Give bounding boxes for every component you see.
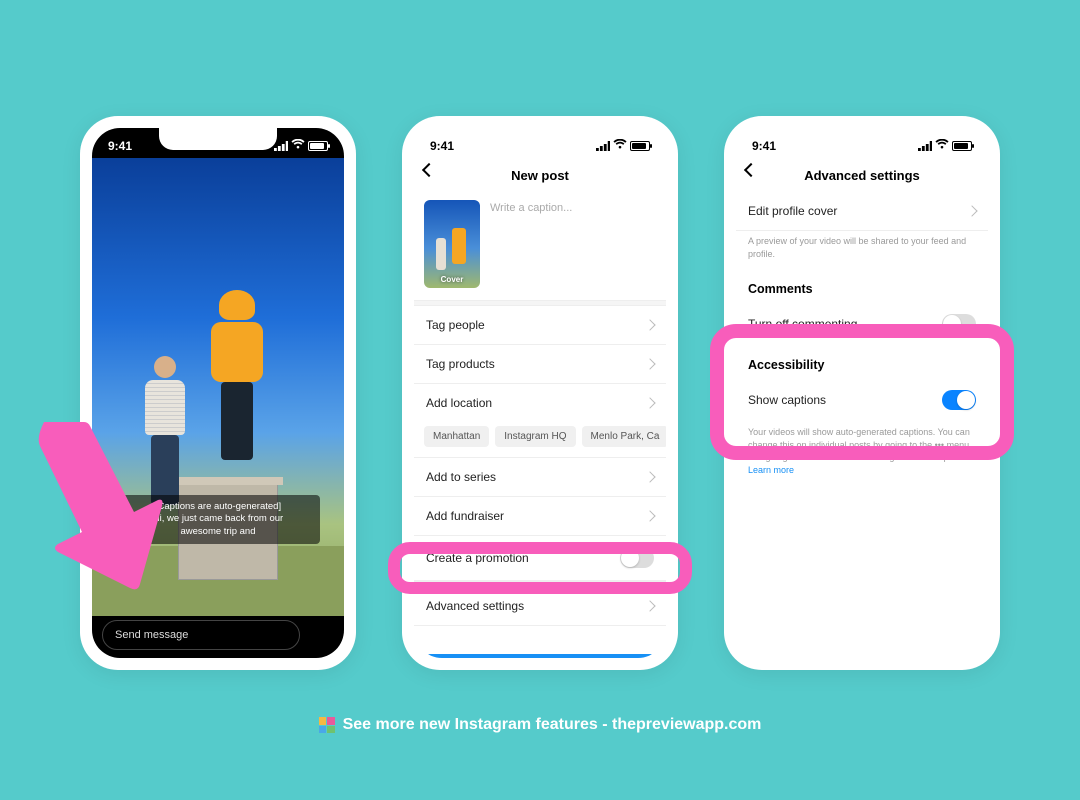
chevron-right-icon (644, 510, 655, 521)
location-chip[interactable]: Instagram HQ (495, 426, 575, 447)
wifi-icon (613, 139, 627, 153)
signal-icon (596, 141, 610, 151)
captions-help-text: Your videos will show auto-generated cap… (748, 427, 970, 462)
chevron-right-icon (644, 600, 655, 611)
show-captions-toggle[interactable] (942, 390, 976, 410)
chevron-left-icon (744, 163, 758, 177)
status-icons (274, 139, 328, 153)
share-button[interactable]: Share (424, 654, 656, 658)
send-message-input[interactable]: Send message (102, 620, 300, 650)
back-button[interactable] (746, 165, 756, 175)
row-label: Add to series (426, 470, 496, 484)
row-label: Add fundraiser (426, 509, 504, 523)
footer: See more new Instagram features - thepre… (0, 716, 1080, 734)
arrow-annotation (24, 414, 164, 599)
status-time: 9:41 (752, 139, 776, 153)
battery-icon (952, 141, 972, 151)
location-chip[interactable]: Manhattan (424, 426, 489, 447)
commenting-toggle[interactable] (942, 314, 976, 334)
app-logo-icon (319, 717, 335, 733)
page-title: Advanced settings (804, 168, 920, 183)
notch (803, 128, 921, 150)
row-add-series[interactable]: Add to series (414, 458, 666, 497)
nav-header: New post (414, 158, 666, 192)
chevron-right-icon (644, 319, 655, 330)
page-title: New post (511, 168, 569, 183)
caption-input[interactable]: Write a caption... (490, 200, 572, 288)
row-label: Edit profile cover (748, 204, 837, 218)
back-button[interactable] (424, 165, 434, 175)
chevron-right-icon (644, 471, 655, 482)
row-label: Advanced settings (426, 599, 524, 613)
row-label: Tag products (426, 357, 495, 371)
row-tag-products[interactable]: Tag products (414, 345, 666, 384)
footer-text: See more new Instagram features - thepre… (343, 716, 762, 734)
row-advanced-settings[interactable]: Advanced settings (414, 587, 666, 626)
wifi-icon (291, 139, 305, 153)
section-accessibility: Accessibility (736, 346, 988, 378)
battery-icon (308, 141, 328, 151)
location-chip[interactable]: Menlo Park, Ca (582, 426, 666, 447)
location-suggestions: Manhattan Instagram HQ Menlo Park, Ca (414, 422, 666, 458)
row-label: Create a promotion (426, 551, 529, 565)
status-time: 9:41 (108, 139, 132, 153)
chevron-right-icon (966, 205, 977, 216)
help-text: Your videos will show auto-generated cap… (736, 422, 988, 486)
chevron-left-icon (422, 163, 436, 177)
compose-row: Cover Write a caption... (414, 192, 666, 300)
row-add-fundraiser[interactable]: Add fundraiser (414, 497, 666, 536)
cover-label: Cover (424, 275, 480, 284)
notch (481, 128, 599, 150)
phone-3-screen: 9:41 Advanced settings Edit profile cove… (736, 128, 988, 658)
phone-3: 9:41 Advanced settings Edit profile cove… (724, 116, 1000, 670)
notch (159, 128, 277, 150)
help-text: A preview of your video will be shared t… (736, 231, 988, 270)
chevron-right-icon (644, 397, 655, 408)
learn-more-link[interactable]: Learn more (748, 465, 794, 475)
signal-icon (918, 141, 932, 151)
battery-icon (630, 141, 650, 151)
row-label: Tag people (426, 318, 485, 332)
row-show-captions[interactable]: Show captions (736, 378, 988, 422)
wifi-icon (935, 139, 949, 153)
row-add-location[interactable]: Add location (414, 384, 666, 422)
chevron-right-icon (644, 358, 655, 369)
row-edit-profile-cover[interactable]: Edit profile cover (736, 192, 988, 231)
status-time: 9:41 (430, 139, 454, 153)
row-label: Add location (426, 396, 492, 410)
row-label: Show captions (748, 393, 826, 407)
promotion-toggle[interactable] (620, 548, 654, 568)
nav-header: Advanced settings (736, 158, 988, 192)
section-comments: Comments (736, 270, 988, 302)
row-label: Turn off commenting (748, 317, 857, 331)
row-tag-people[interactable]: Tag people (414, 306, 666, 345)
signal-icon (274, 141, 288, 151)
phone-2-screen: 9:41 New post Cover Write a caption... (414, 128, 666, 658)
row-turn-off-commenting[interactable]: Turn off commenting (736, 302, 988, 346)
status-icons (918, 139, 972, 153)
phone-2: 9:41 New post Cover Write a caption... (402, 116, 678, 670)
row-create-promotion[interactable]: Create a promotion (414, 536, 666, 581)
cover-thumbnail[interactable]: Cover (424, 200, 480, 288)
status-icons (596, 139, 650, 153)
